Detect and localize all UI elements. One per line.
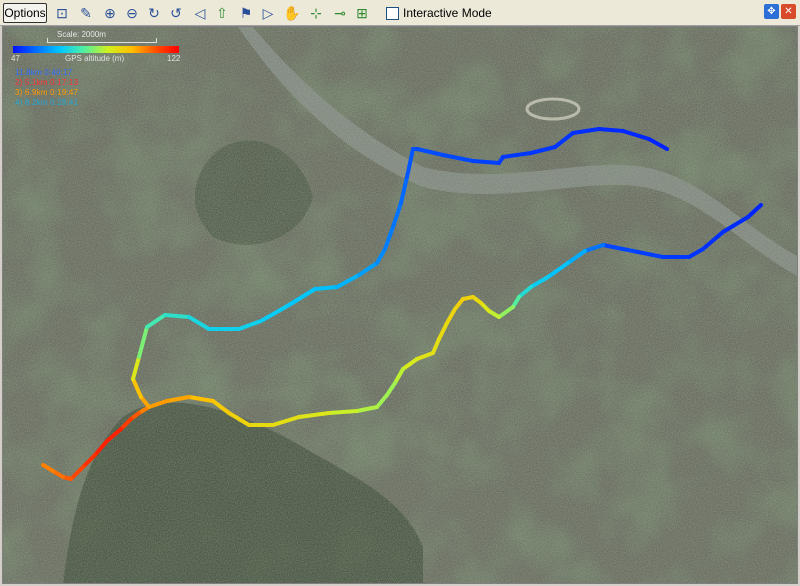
scale-bar bbox=[47, 38, 157, 43]
pan-hand-button[interactable]: ✋ bbox=[282, 3, 302, 23]
map-view[interactable]: Scale: 2000m 47 GPS altitude (m) 122 11.… bbox=[2, 26, 798, 584]
track-segment bbox=[163, 313, 191, 319]
add-route-button[interactable]: ⊞ bbox=[352, 3, 372, 23]
legend-entry: 11.8km 0:40:17 bbox=[15, 68, 73, 77]
track-segment bbox=[327, 409, 359, 415]
rotate-cw-button[interactable]: ↻ bbox=[144, 3, 164, 23]
interactive-mode-toggle[interactable]: Interactive Mode bbox=[386, 3, 496, 23]
interactive-mode-label: Interactive Mode bbox=[403, 6, 492, 20]
ramp-min-label: 47 bbox=[11, 54, 20, 63]
track-segment bbox=[471, 159, 501, 165]
interactive-mode-checkbox[interactable] bbox=[386, 6, 399, 20]
ramp-title: GPS altitude (m) bbox=[65, 54, 125, 63]
zoom-out-icon: ⊖ bbox=[126, 4, 138, 21]
urban-texture bbox=[3, 27, 797, 583]
remove-node-icon: ⊸ bbox=[334, 4, 346, 21]
up-arrow-icon: ⇧ bbox=[216, 4, 228, 21]
map-canvas[interactable] bbox=[3, 27, 798, 584]
altitude-color-ramp bbox=[13, 46, 179, 53]
window-buttons: ✥ ✕ bbox=[764, 4, 796, 19]
zoom-in-icon: ⊕ bbox=[104, 4, 116, 21]
flag-down-button[interactable]: ⚑ bbox=[236, 3, 256, 23]
add-node-icon: ⊹ bbox=[310, 4, 322, 21]
play-back-button[interactable]: ◁ bbox=[190, 3, 210, 23]
up-arrow-button[interactable]: ⇧ bbox=[212, 3, 232, 23]
flag-down-icon: ⚑ bbox=[239, 4, 253, 21]
move-button[interactable]: ✥ bbox=[764, 4, 779, 19]
play-back-icon: ◁ bbox=[194, 4, 206, 21]
legend-entry: 2) 5.1km 0:17:13 bbox=[15, 78, 79, 87]
play-forward-icon: ▷ bbox=[262, 4, 274, 21]
draw-button[interactable]: ✎ bbox=[76, 3, 96, 23]
draw-icon: ✎ bbox=[80, 4, 92, 21]
add-node-button[interactable]: ⊹ bbox=[306, 3, 326, 23]
map-legend: Scale: 2000m 47 GPS altitude (m) 122 11.… bbox=[11, 30, 191, 110]
zoom-in-button[interactable]: ⊕ bbox=[100, 3, 120, 23]
play-forward-button[interactable]: ▷ bbox=[258, 3, 278, 23]
rotate-cw-icon: ↻ bbox=[148, 4, 160, 21]
close-icon: ✕ bbox=[784, 6, 793, 17]
pan-hand-icon: ✋ bbox=[283, 4, 301, 21]
close-button[interactable]: ✕ bbox=[781, 4, 796, 19]
track-segment bbox=[313, 285, 339, 291]
options-button[interactable]: Options bbox=[3, 3, 47, 23]
legend-entry: 4) 8.2km 0:28:41 bbox=[15, 98, 79, 107]
add-route-icon: ⊞ bbox=[356, 4, 368, 21]
rotate-ccw-icon: ↺ bbox=[170, 4, 182, 21]
ramp-max-label: 122 bbox=[167, 54, 181, 63]
remove-node-button[interactable]: ⊸ bbox=[330, 3, 350, 23]
zoom-area-button[interactable]: ⊡ bbox=[52, 3, 72, 23]
track-segment bbox=[597, 127, 625, 133]
legend-entry: 3) 6.9km 0:19:47 bbox=[15, 88, 79, 97]
zoom-out-button[interactable]: ⊖ bbox=[122, 3, 142, 23]
toolbar: Options ⊡ ✎ ⊕ ⊖ ↻ ↺ ◁ ⇧ ⚑ ▷ ✋ ⊹ ⊸ ⊞ Interactive Mode … bbox=[0, 0, 800, 26]
zoom-area-icon: ⊡ bbox=[56, 4, 68, 21]
rotate-ccw-button[interactable]: ↺ bbox=[166, 3, 186, 23]
move-icon: ✥ bbox=[767, 6, 776, 17]
